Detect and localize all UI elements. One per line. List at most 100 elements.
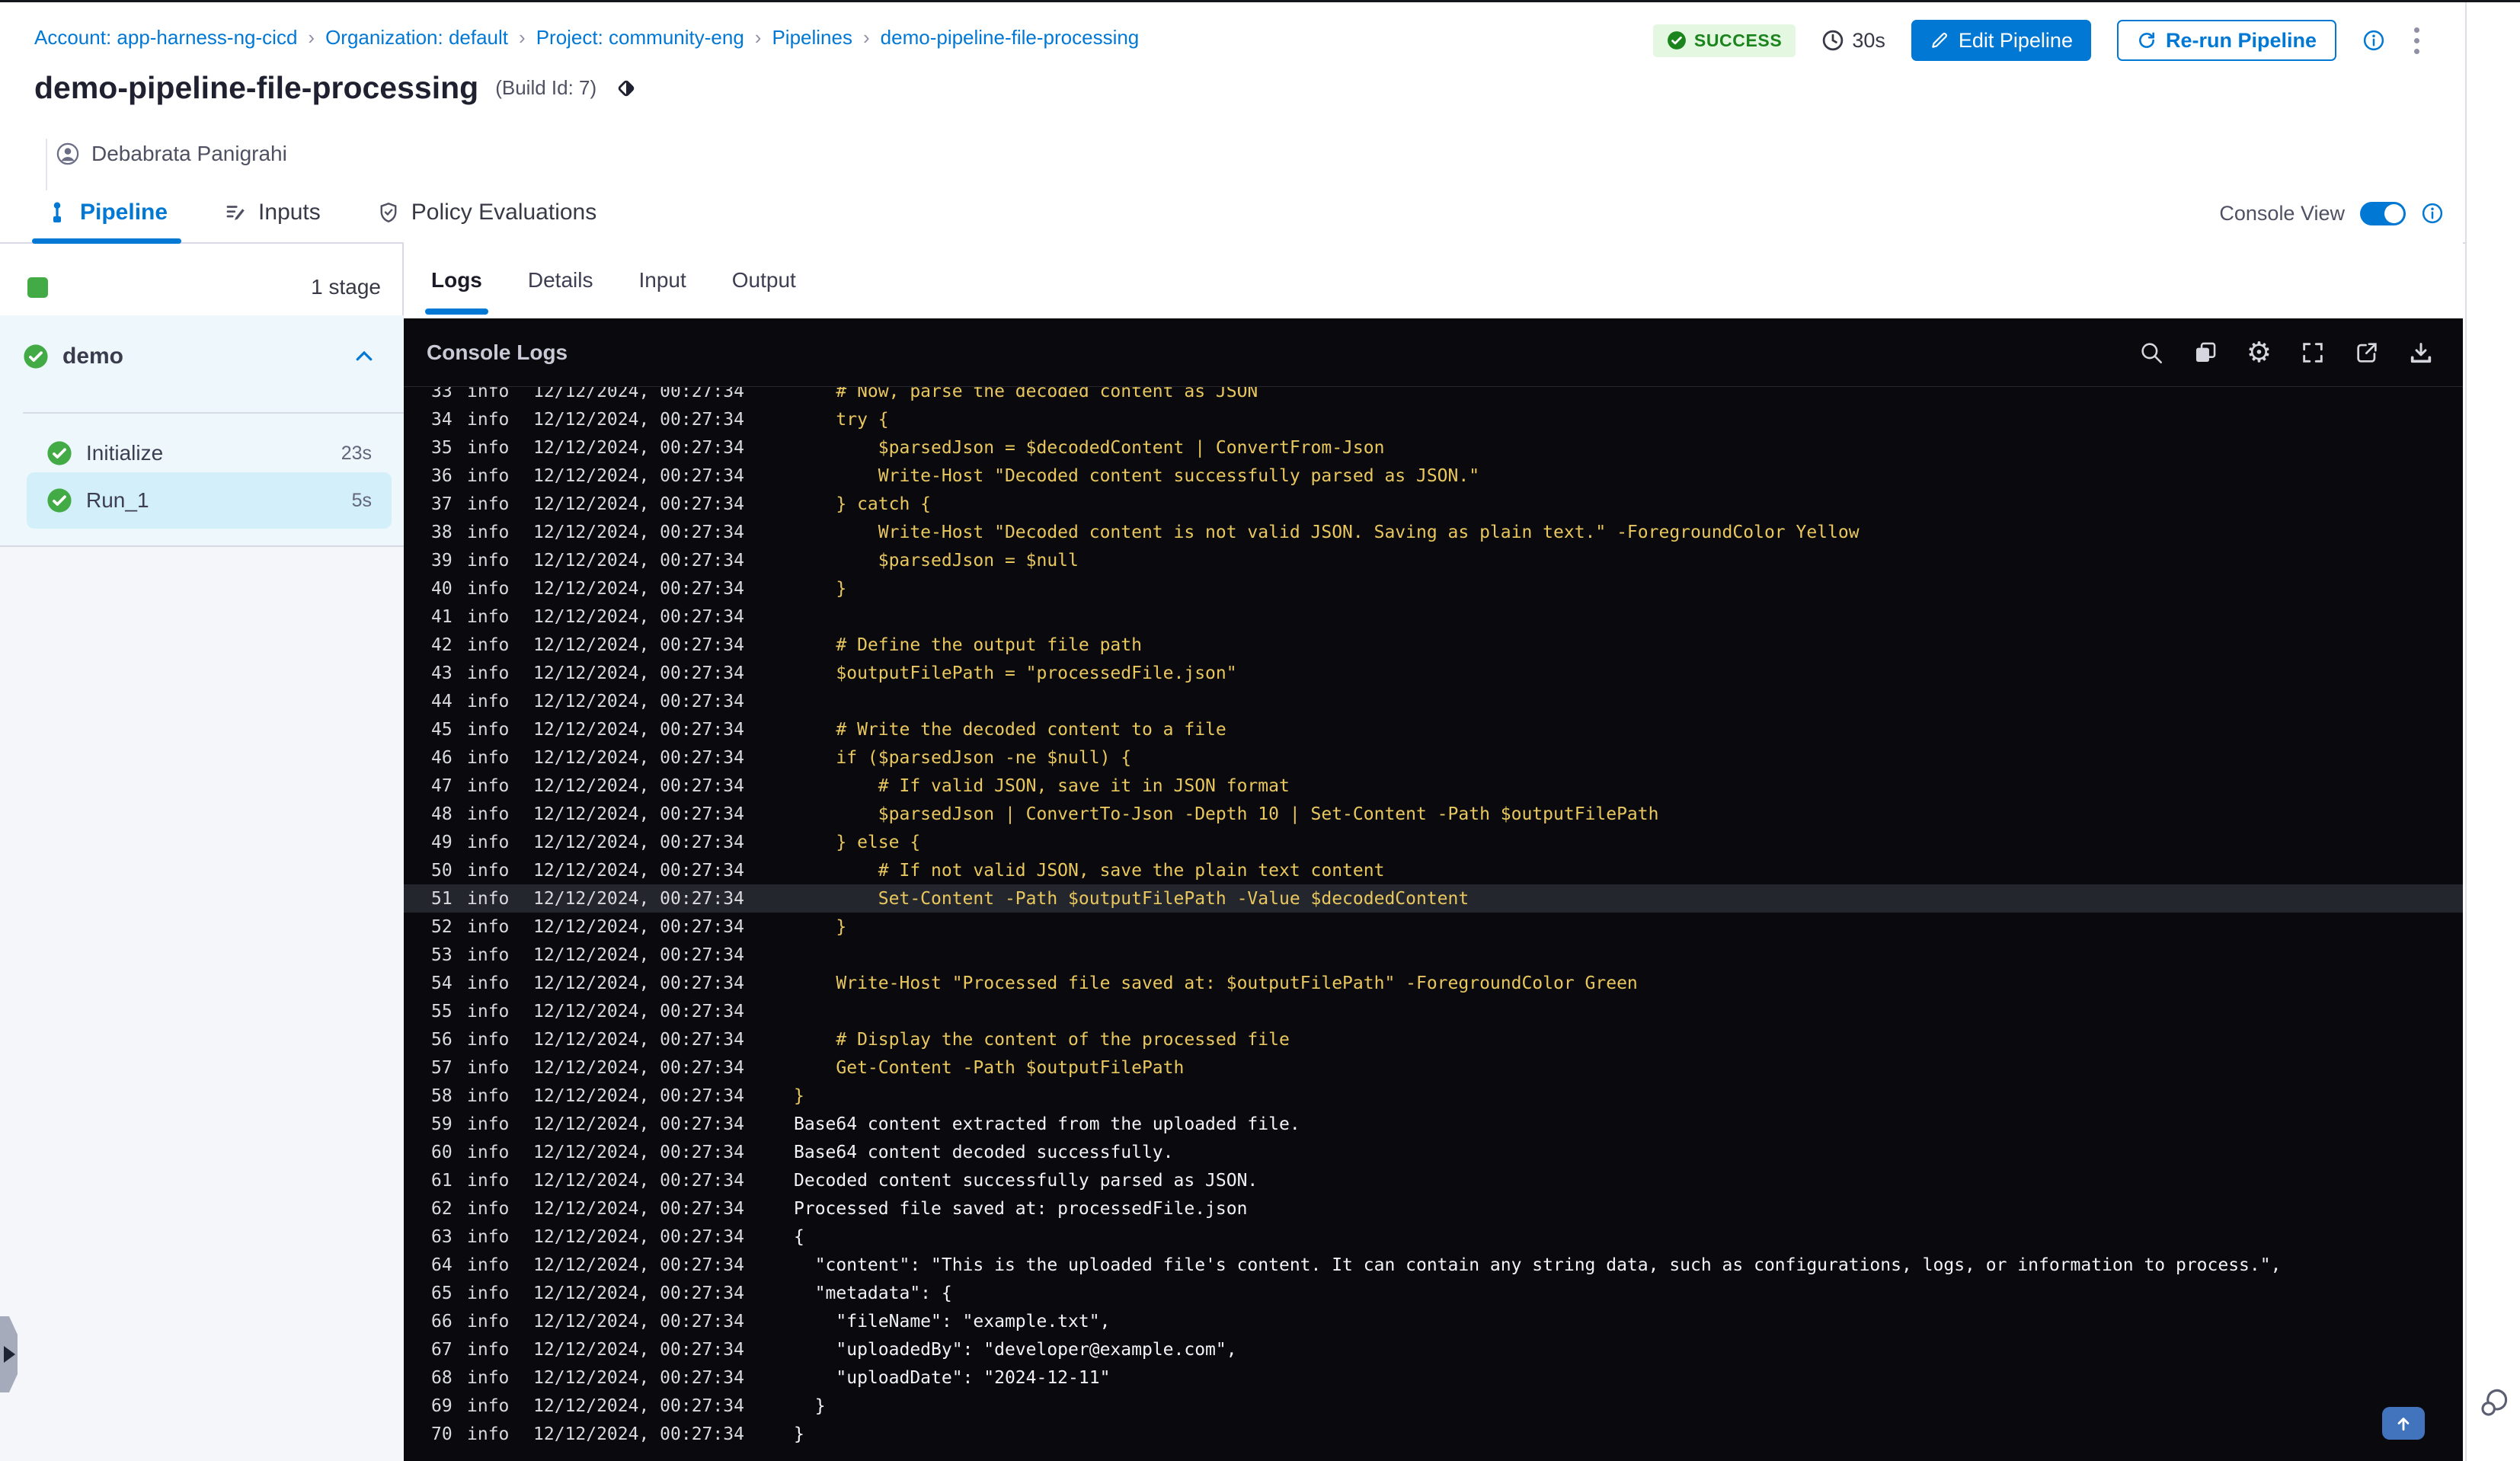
info-icon[interactable] — [2362, 29, 2385, 52]
stage-list: demo Initialize 23s Run_1 5s — [0, 315, 404, 547]
log-level: info — [467, 888, 510, 909]
arrow-up-icon — [2394, 1414, 2413, 1434]
log-message: $parsedJson | ConvertTo-Json -Depth 10 |… — [794, 804, 1659, 824]
settings-gear-icon[interactable]: ⚙ — [2247, 338, 2272, 366]
log-message: # If not valid JSON, save the plain text… — [794, 860, 1385, 881]
search-icon[interactable] — [2138, 340, 2164, 366]
page-title: demo-pipeline-file-processing — [34, 70, 479, 105]
step-name: Initialize — [86, 441, 164, 465]
log-row: 34 info 12/12/2024, 00:27:34 try { — [404, 405, 2463, 433]
log-timestamp: 12/12/2024, 00:27:34 — [533, 606, 744, 627]
log-timestamp: 12/12/2024, 00:27:34 — [533, 465, 744, 486]
tab-inputs[interactable]: Inputs — [224, 183, 321, 242]
log-line-number: 50 — [431, 860, 453, 881]
log-level: info — [467, 1339, 510, 1360]
log-level: info — [467, 522, 510, 542]
log-message: "uploadDate": "2024-12-11" — [794, 1367, 1111, 1388]
log-level: info — [467, 832, 510, 852]
log-message: "fileName": "example.txt", — [794, 1311, 1111, 1332]
console-view-label: Console View — [2219, 201, 2345, 225]
log-line-number: 69 — [431, 1395, 453, 1416]
duration-label: 30s — [1852, 28, 1885, 52]
stage-group-demo[interactable]: demo — [23, 334, 385, 379]
step-duration: 23s — [341, 442, 372, 464]
log-tab-input[interactable]: Input — [638, 242, 686, 318]
console-view-info-icon[interactable] — [2421, 202, 2444, 225]
breadcrumb-item-2[interactable]: Organization: default — [325, 26, 508, 50]
log-tab-logs[interactable]: Logs — [425, 242, 488, 318]
inputs-icon — [224, 201, 247, 224]
log-timestamp: 12/12/2024, 00:27:34 — [533, 1170, 744, 1191]
log-message: { — [794, 1226, 804, 1247]
log-line-number: 54 — [431, 973, 453, 993]
log-line-number: 70 — [431, 1424, 453, 1444]
console-view-toggle[interactable] — [2360, 201, 2406, 225]
log-row: 57 info 12/12/2024, 00:27:34 Get-Content -… — [404, 1053, 2463, 1082]
tab-label: Pipeline — [80, 200, 168, 225]
log-row: 59 info 12/12/2024, 00:27:34 Base64 content… — [404, 1110, 2463, 1138]
log-level: info — [467, 1255, 510, 1275]
sidebar-step-run_1[interactable]: Run_1 5s — [27, 472, 392, 529]
open-in-new-icon[interactable] — [2354, 340, 2380, 366]
chevron-up-icon[interactable] — [353, 345, 376, 368]
log-timestamp: 12/12/2024, 00:27:34 — [533, 888, 744, 909]
header-actions: SUCCESS 30s Edit Pipeline Re-run Pipelin… — [1652, 18, 2422, 62]
pencil-icon — [1930, 30, 1949, 50]
log-line-number: 43 — [431, 663, 453, 683]
breadcrumb-item-4[interactable]: Pipelines — [772, 26, 852, 50]
log-level: info — [467, 1029, 510, 1050]
log-level: info — [467, 804, 510, 824]
download-icon[interactable] — [2408, 340, 2434, 366]
log-message: $parsedJson = $decodedContent | ConvertF… — [794, 437, 1385, 458]
log-message: "content": "This is the uploaded file's … — [794, 1255, 2282, 1275]
log-level: info — [467, 1367, 510, 1388]
tab-policy-evaluations[interactable]: Policy Evaluations — [377, 183, 596, 242]
log-line-number: 37 — [431, 494, 453, 514]
pipeline-execution-page: Account: app-harness-ng-cicd › Organizatio… — [0, 0, 2520, 1461]
log-message: "uploadedBy": "developer@example.com", — [794, 1339, 1237, 1360]
log-timestamp: 12/12/2024, 00:27:34 — [533, 387, 744, 401]
log-level: info — [467, 747, 510, 768]
step-duration: 5s — [351, 489, 372, 511]
scroll-to-top-button[interactable] — [2382, 1407, 2425, 1440]
log-timestamp: 12/12/2024, 00:27:34 — [533, 973, 744, 993]
fullscreen-icon[interactable] — [2300, 340, 2326, 366]
log-row: 56 info 12/12/2024, 00:27:34 # Display the… — [404, 1025, 2463, 1053]
edit-pipeline-button[interactable]: Edit Pipeline — [1911, 20, 2091, 61]
log-level: info — [467, 635, 510, 655]
stage-status-square — [27, 277, 48, 298]
stage-group-divider — [23, 412, 404, 414]
log-line-number: 53 — [431, 945, 453, 965]
console-log-list[interactable]: 33 info 12/12/2024, 00:27:34 # Now, parse … — [404, 387, 2463, 1461]
log-level: info — [467, 860, 510, 881]
breadcrumb-item-1[interactable]: Account: app-harness-ng-cicd — [34, 26, 297, 50]
log-timestamp: 12/12/2024, 00:27:34 — [533, 1424, 744, 1444]
log-timestamp: 12/12/2024, 00:27:34 — [533, 775, 744, 796]
log-timestamp: 12/12/2024, 00:27:34 — [533, 1311, 744, 1332]
breadcrumb-item-3[interactable]: Project: community-eng — [536, 26, 744, 50]
log-tab-output[interactable]: Output — [732, 242, 796, 318]
log-timestamp: 12/12/2024, 00:27:34 — [533, 1226, 744, 1247]
rerun-pipeline-button[interactable]: Re-run Pipeline — [2116, 20, 2336, 61]
tab-pipeline[interactable]: Pipeline — [31, 183, 182, 244]
more-options-icon[interactable] — [2411, 24, 2422, 57]
log-timestamp: 12/12/2024, 00:27:34 — [533, 860, 744, 881]
build-diamond-icon — [613, 75, 639, 101]
step-success-icon — [46, 440, 72, 466]
breadcrumb-item-5[interactable]: demo-pipeline-file-processing — [881, 26, 1140, 50]
play-triangle-icon — [4, 1346, 15, 1363]
step-name: Run_1 — [86, 488, 149, 512]
log-line-number: 45 — [431, 719, 453, 740]
log-line-number: 60 — [431, 1142, 453, 1162]
log-line-number: 35 — [431, 437, 453, 458]
log-row: 50 info 12/12/2024, 00:27:34 # If not vali… — [404, 856, 2463, 884]
sidebar-step-initialize[interactable]: Initialize 23s — [27, 430, 392, 476]
duration: 30s — [1821, 29, 1885, 53]
log-timestamp: 12/12/2024, 00:27:34 — [533, 494, 744, 514]
help-chat-icon[interactable] — [2477, 1386, 2511, 1418]
log-row: 37 info 12/12/2024, 00:27:34 } catch { — [404, 490, 2463, 518]
log-tab-details[interactable]: Details — [528, 242, 593, 318]
log-timestamp: 12/12/2024, 00:27:34 — [533, 437, 744, 458]
log-level: info — [467, 1085, 510, 1106]
copy-icon[interactable] — [2192, 340, 2218, 366]
